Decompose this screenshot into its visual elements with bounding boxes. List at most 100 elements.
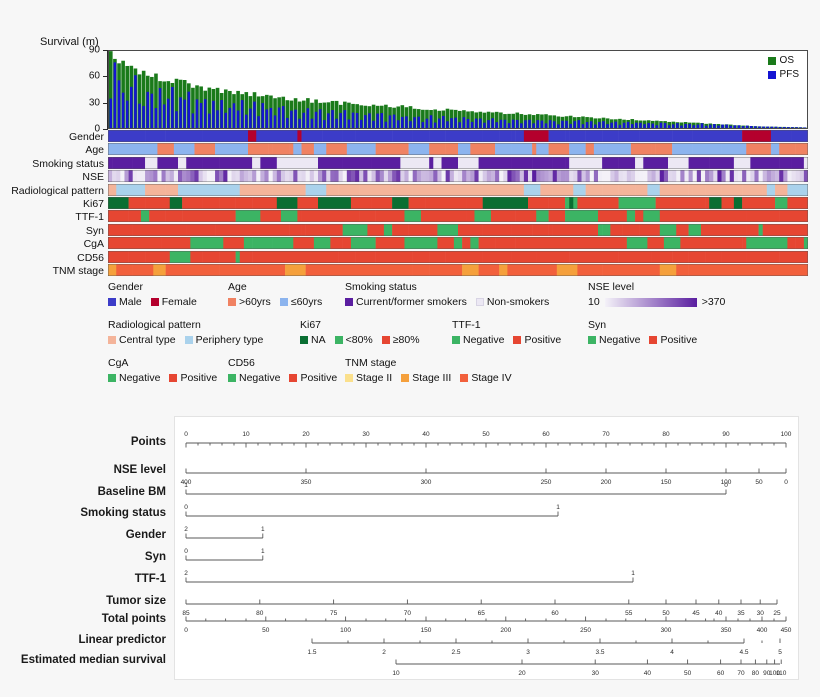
heatmap-cell	[108, 223, 125, 236]
heatmap-cell	[696, 210, 718, 223]
legend-label: Positive	[300, 372, 338, 384]
pfs-bar	[532, 123, 535, 128]
color-swatch-icon	[289, 374, 298, 382]
heatmap-cell	[635, 170, 640, 183]
heatmap-cell	[132, 156, 146, 169]
nomogram-tick-label: 35	[737, 610, 745, 617]
heatmap-cell	[429, 264, 451, 276]
legend-item: Stage IV	[460, 372, 512, 384]
heatmap-cell	[153, 223, 171, 236]
heatmap-cell	[791, 130, 808, 142]
heatmap-cell	[235, 210, 261, 223]
heatmap-cell	[239, 183, 249, 196]
heatmap-cell	[507, 197, 529, 209]
pfs-bar	[257, 116, 260, 128]
y-tick-label: 30	[88, 97, 100, 109]
heatmap-cell	[593, 143, 607, 156]
color-swatch-icon	[150, 298, 159, 306]
heatmap-cell	[408, 223, 418, 236]
heatmap-cell	[746, 143, 772, 156]
heatmap-cell	[733, 156, 751, 169]
pfs-bar	[306, 108, 310, 128]
pfs-bar	[540, 120, 544, 128]
legend-label: Male	[119, 296, 142, 308]
nomogram-tick-label: 80	[752, 670, 760, 677]
pfs-bar	[294, 109, 297, 128]
pfs-bar	[548, 120, 552, 128]
heatmap-cell	[589, 223, 599, 236]
legend-label: Negative	[599, 334, 641, 346]
heatmap-cell	[202, 197, 220, 209]
nomogram-tick-label: 55	[625, 610, 633, 617]
heatmap-cell	[458, 143, 471, 156]
heatmap-cell	[684, 197, 706, 209]
heatmap-cell	[165, 264, 191, 276]
legend-items: Stage II Stage III Stage IV	[345, 372, 512, 384]
heatmap-cell	[795, 143, 808, 156]
heatmap-cell	[116, 183, 125, 196]
heatmap-cell	[548, 223, 553, 236]
pfs-bar	[536, 120, 540, 128]
heatmap-cell	[202, 156, 220, 169]
heatmap-cell	[519, 170, 525, 183]
heatmap-cell	[404, 170, 409, 183]
pfs-bar	[318, 109, 322, 128]
heatmap-cell	[630, 143, 652, 156]
heatmap-cell	[169, 170, 175, 183]
heatmap-cell	[746, 237, 772, 250]
pfs-bar	[405, 116, 408, 128]
heatmap-row-cga	[108, 237, 808, 250]
nomogram-row-labels: Points NSE level Baseline BM Smoking status…	[0, 416, 172, 680]
color-swatch-icon	[401, 374, 410, 382]
heatmap-cell	[108, 156, 113, 169]
heatmap-cell	[709, 156, 731, 169]
nomogram-tick-label: 10	[242, 431, 250, 438]
heatmap-cell	[486, 170, 492, 183]
nomogram-tick-label: 100	[781, 431, 792, 438]
heatmap-cell	[178, 183, 203, 196]
heatmap-cell	[610, 264, 628, 276]
heatmap-cell	[684, 264, 689, 276]
heatmap-cell	[124, 223, 133, 236]
heatmap-cell	[136, 143, 158, 156]
heatmap-cell	[470, 237, 479, 250]
heatmap-cell	[560, 170, 566, 183]
heatmap-cell	[108, 170, 113, 183]
heatmap-cell	[585, 130, 603, 142]
heatmap-cell	[305, 170, 311, 183]
heatmap-cell	[252, 237, 273, 250]
pfs-bar	[487, 120, 490, 128]
legend-item: Central type	[108, 334, 176, 346]
pfs-bar	[729, 125, 733, 128]
pfs-bar	[643, 124, 646, 128]
heatmap-row-label-age: Age	[85, 144, 104, 157]
heatmap-cell	[157, 170, 162, 183]
heatmap-cell	[248, 197, 253, 209]
heatmap-cell	[585, 143, 595, 156]
pfs-bar	[359, 119, 363, 128]
heatmap-cell	[536, 143, 549, 156]
pfs-bar	[166, 98, 170, 128]
nomogram-tick-label: 200	[601, 479, 612, 486]
legend-label: NA	[311, 334, 326, 346]
heatmap-cell	[700, 170, 706, 183]
heatmap-row-syn	[108, 223, 808, 236]
heatmap-cell	[248, 130, 257, 142]
nomogram-tick-label: 100	[340, 627, 351, 634]
heatmap-cell	[182, 170, 187, 183]
heatmap-cell	[301, 156, 319, 169]
heatmap-cell	[598, 223, 603, 236]
pfs-bar	[515, 119, 519, 128]
legend-item: Positive	[289, 372, 337, 384]
nse-gradient-legend: 10 >370	[588, 296, 725, 308]
pfs-bar	[507, 123, 511, 128]
pfs-bar	[355, 112, 359, 128]
heatmap-cell	[116, 170, 121, 183]
heatmap-cell	[301, 223, 306, 236]
heatmap-cell	[359, 183, 368, 196]
pfs-bar	[212, 100, 215, 128]
heatmap-cell	[215, 143, 228, 156]
heatmap-cell	[293, 143, 302, 156]
heatmap-row-label-gender: Gender	[68, 131, 104, 143]
heatmap-cell	[680, 170, 685, 183]
